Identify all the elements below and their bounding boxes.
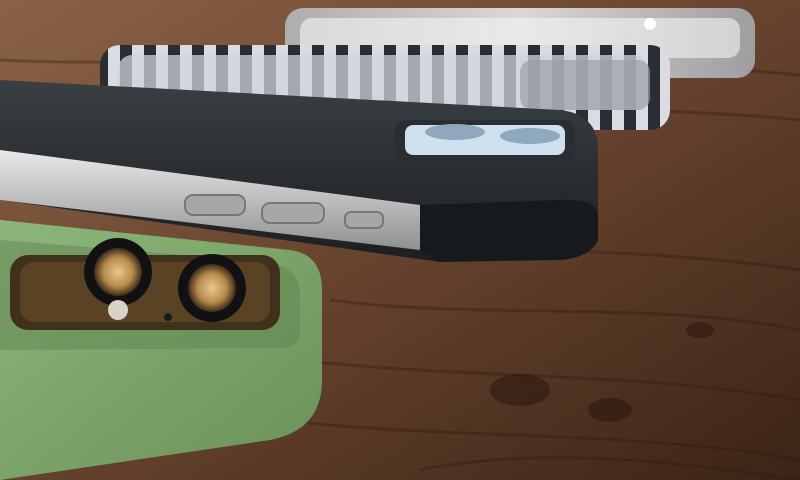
- phone-cases-photo: [0, 0, 800, 480]
- flash-icon: [108, 300, 128, 320]
- photo-scene: [0, 0, 800, 480]
